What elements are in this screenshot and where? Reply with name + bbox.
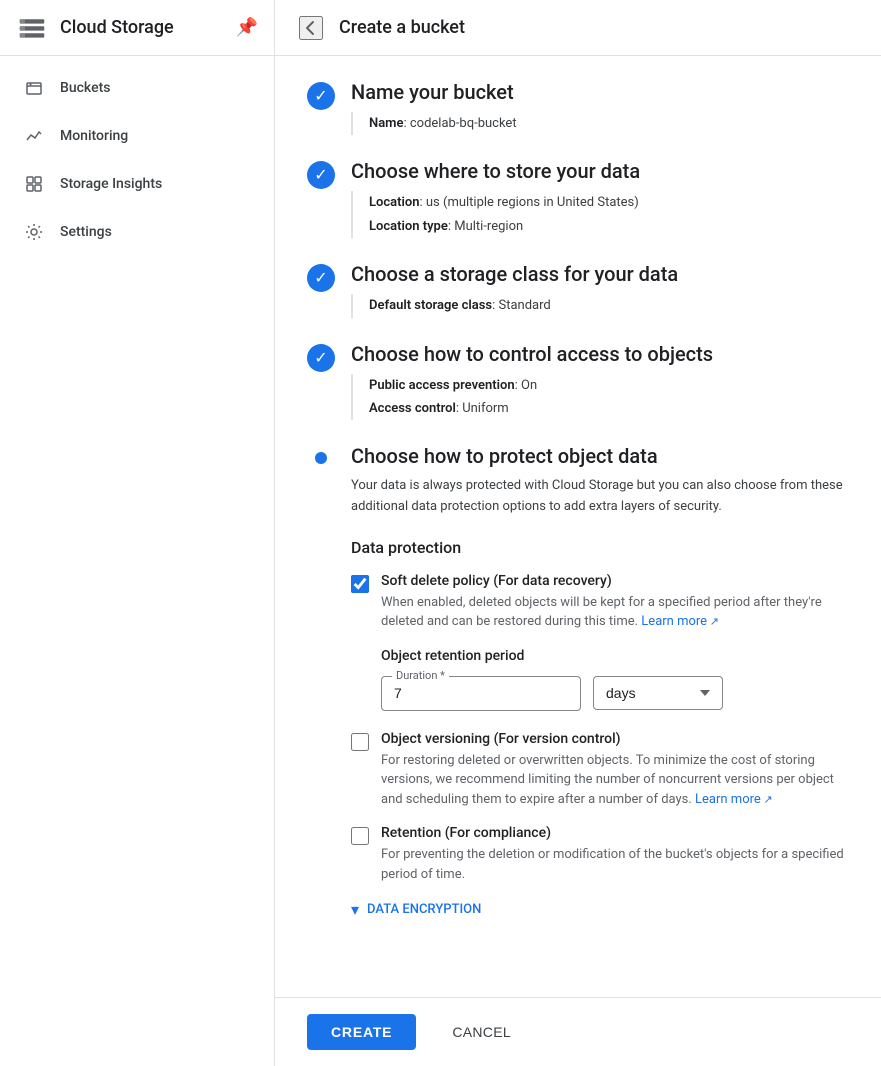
create-button[interactable]: CREATE [307,1014,416,1050]
step-location-heading: Choose where to store your data [351,159,849,183]
retention-period-label: Object retention period [381,648,849,664]
sidebar-item-storage-insights[interactable]: Storage Insights [0,160,258,208]
buckets-icon [24,78,44,98]
sidebar-item-settings[interactable]: Settings [0,208,258,256]
chevron-down-icon: ▾ [351,900,359,919]
retention-content: Retention (For compliance) For preventin… [381,825,849,884]
encryption-label: DATA ENCRYPTION [367,902,481,917]
object-versioning-desc: For restoring deleted or overwritten obj… [381,751,849,810]
step-name-details: Name: codelab-bq-bucket [351,112,849,135]
step-protect-heading: Choose how to protect object data [351,444,849,468]
monitoring-label: Monitoring [60,128,128,144]
step-storage-class-heading: Choose a storage class for your data [351,262,849,286]
monitoring-icon [24,126,44,146]
step-access-body: Choose how to control access to objects … [351,342,849,421]
step-name: ✓ Name your bucket Name: codelab-bq-buck… [307,80,849,135]
retention-checkbox[interactable] [351,827,369,845]
step-name-icon: ✓ [307,82,335,110]
sidebar-item-buckets[interactable]: Buckets [0,64,258,112]
storage-insights-label: Storage Insights [60,176,162,192]
step-protect-body: Choose how to protect object data Your d… [351,444,849,943]
duration-input[interactable] [394,685,568,701]
step-access-heading: Choose how to control access to objects [351,342,849,366]
step-location-details: Location: us (multiple regions in United… [351,191,849,238]
duration-unit-select[interactable]: days weeks months years [593,676,723,710]
object-versioning-checkbox[interactable] [351,733,369,751]
cancel-button[interactable]: CANCEL [428,1014,535,1050]
main-header: Create a bucket [275,0,881,56]
step-access-details: Public access prevention: On Access cont… [351,374,849,421]
settings-label: Settings [60,224,112,240]
encryption-toggle[interactable]: ▾ DATA ENCRYPTION [351,900,849,919]
duration-input-wrap: Duration * [381,676,581,711]
cloud-storage-logo [16,12,48,44]
main-panel: Create a bucket ✓ Name your bucket Name:… [275,0,881,1066]
retention-inputs: Duration * days weeks months years [381,676,849,711]
step-location-detail-0: Location: us (multiple regions in United… [369,191,849,214]
step-protect-icon [307,446,335,474]
sidebar-header: Cloud Storage 📌 [0,0,274,56]
duration-label: Duration * [392,669,449,682]
retention-period-section: Object retention period Duration * days … [381,648,849,711]
sidebar-item-monitoring[interactable]: Monitoring [0,112,258,160]
data-protection-title: Data protection [351,538,849,557]
step-name-detail-0: Name: codelab-bq-bucket [369,112,849,135]
step-storage-class-body: Choose a storage class for your data Def… [351,262,849,317]
soft-delete-learn-more[interactable]: Learn more [641,614,719,629]
step-location-detail-1: Location type: Multi-region [369,215,849,238]
soft-delete-content: Soft delete policy (For data recovery) W… [381,573,849,632]
soft-delete-label: Soft delete policy (For data recovery) [381,573,849,589]
object-versioning-learn-more[interactable]: Learn more [695,792,773,807]
step-access-detail-1: Access control: Uniform [369,397,849,420]
insights-icon [24,174,44,194]
buckets-label: Buckets [60,80,110,96]
step-storage-class: ✓ Choose a storage class for your data D… [307,262,849,317]
step-storage-class-detail-0: Default storage class: Standard [369,294,849,317]
main-content: ✓ Name your bucket Name: codelab-bq-buck… [275,56,881,997]
pin-icon: 📌 [236,17,258,38]
object-versioning-label: Object versioning (For version control) [381,731,849,747]
step-access: ✓ Choose how to control access to object… [307,342,849,421]
soft-delete-checkbox[interactable] [351,575,369,593]
footer: CREATE CANCEL [275,997,881,1066]
retention-label: Retention (For compliance) [381,825,849,841]
object-versioning-content: Object versioning (For version control) … [381,731,849,810]
back-button[interactable] [299,16,323,40]
app-title: Cloud Storage [60,17,174,38]
step-location-icon: ✓ [307,161,335,189]
object-versioning-item: Object versioning (For version control) … [351,731,849,810]
step-name-heading: Name your bucket [351,80,849,104]
step-storage-class-icon: ✓ [307,264,335,292]
soft-delete-item: Soft delete policy (For data recovery) W… [351,573,849,632]
settings-icon [24,222,44,242]
step-protect-description: Your data is always protected with Cloud… [351,476,849,518]
page-title: Create a bucket [339,17,465,38]
retention-item: Retention (For compliance) For preventin… [351,825,849,884]
step-location-body: Choose where to store your data Location… [351,159,849,238]
step-location: ✓ Choose where to store your data Locati… [307,159,849,238]
step-storage-class-details: Default storage class: Standard [351,294,849,317]
sidebar: Cloud Storage 📌 Buckets [0,0,275,1066]
step-protect: Choose how to protect object data Your d… [307,444,849,943]
soft-delete-desc: When enabled, deleted objects will be ke… [381,593,849,632]
sidebar-nav: Buckets Monitoring [0,56,274,264]
retention-desc: For preventing the deletion or modificat… [381,845,849,884]
step-name-body: Name your bucket Name: codelab-bq-bucket [351,80,849,135]
step-access-detail-0: Public access prevention: On [369,374,849,397]
step-access-icon: ✓ [307,344,335,372]
